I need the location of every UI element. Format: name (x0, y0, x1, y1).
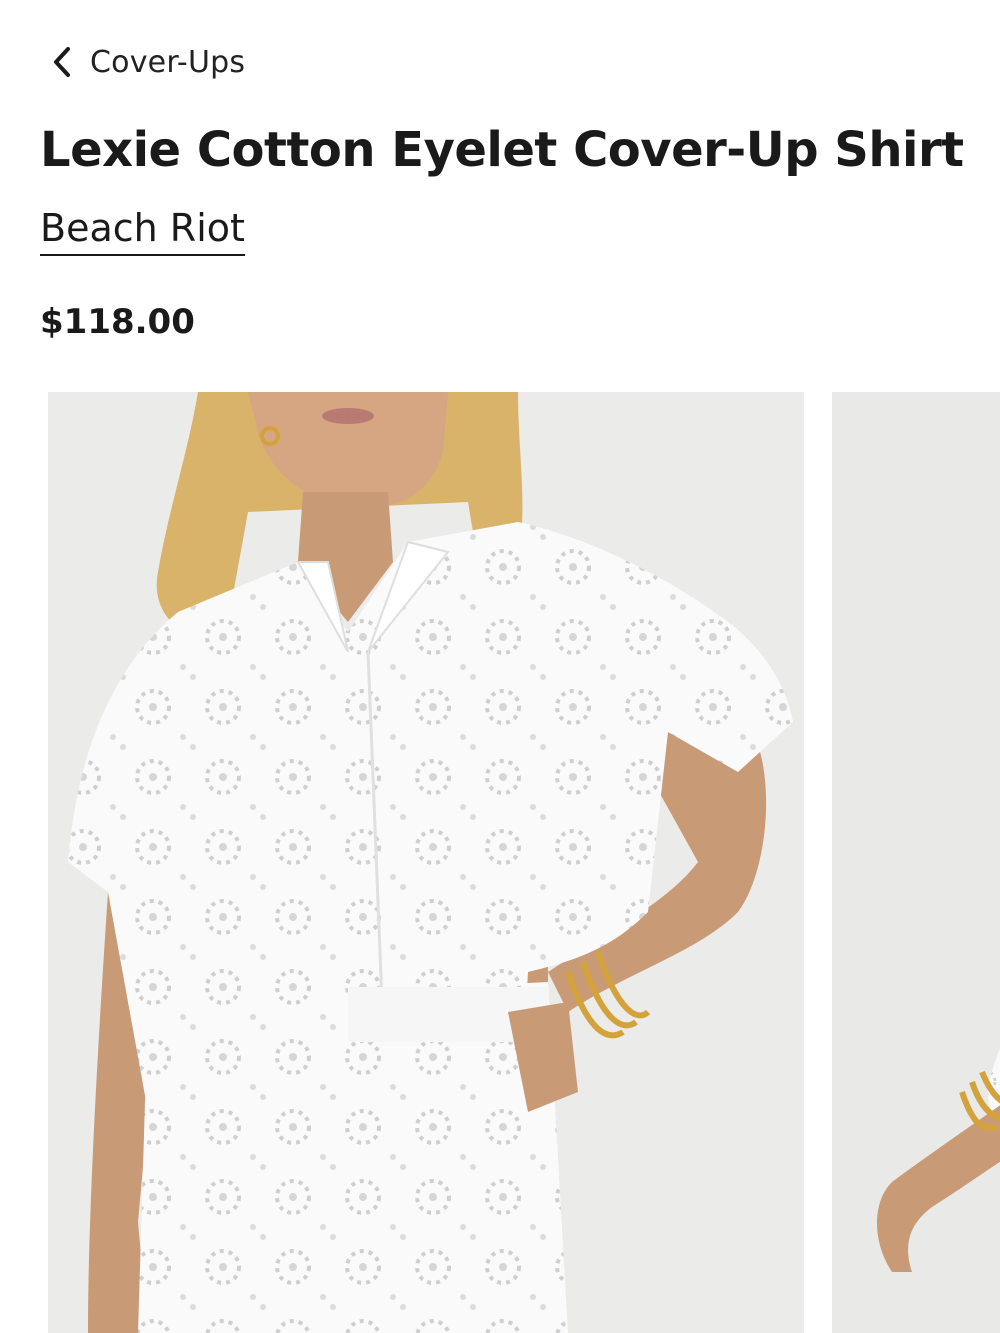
brand-link[interactable]: Beach Riot (40, 206, 245, 256)
product-page: Cover-Ups Lexie Cotton Eyelet Cover-Up S… (0, 0, 1000, 1333)
product-image-gallery[interactable] (40, 392, 1000, 1333)
product-image-second[interactable] (832, 392, 1000, 1333)
product-title: Lexie Cotton Eyelet Cover-Up Shirt (40, 122, 964, 178)
product-price: $118.00 (40, 302, 195, 342)
product-image-main[interactable] (48, 392, 804, 1333)
model-photo-alt (832, 392, 1000, 1333)
chevron-left-icon (52, 46, 72, 78)
model-photo (48, 392, 804, 1333)
back-to-category-link[interactable]: Cover-Ups (52, 38, 245, 86)
back-link-label: Cover-Ups (90, 44, 246, 80)
